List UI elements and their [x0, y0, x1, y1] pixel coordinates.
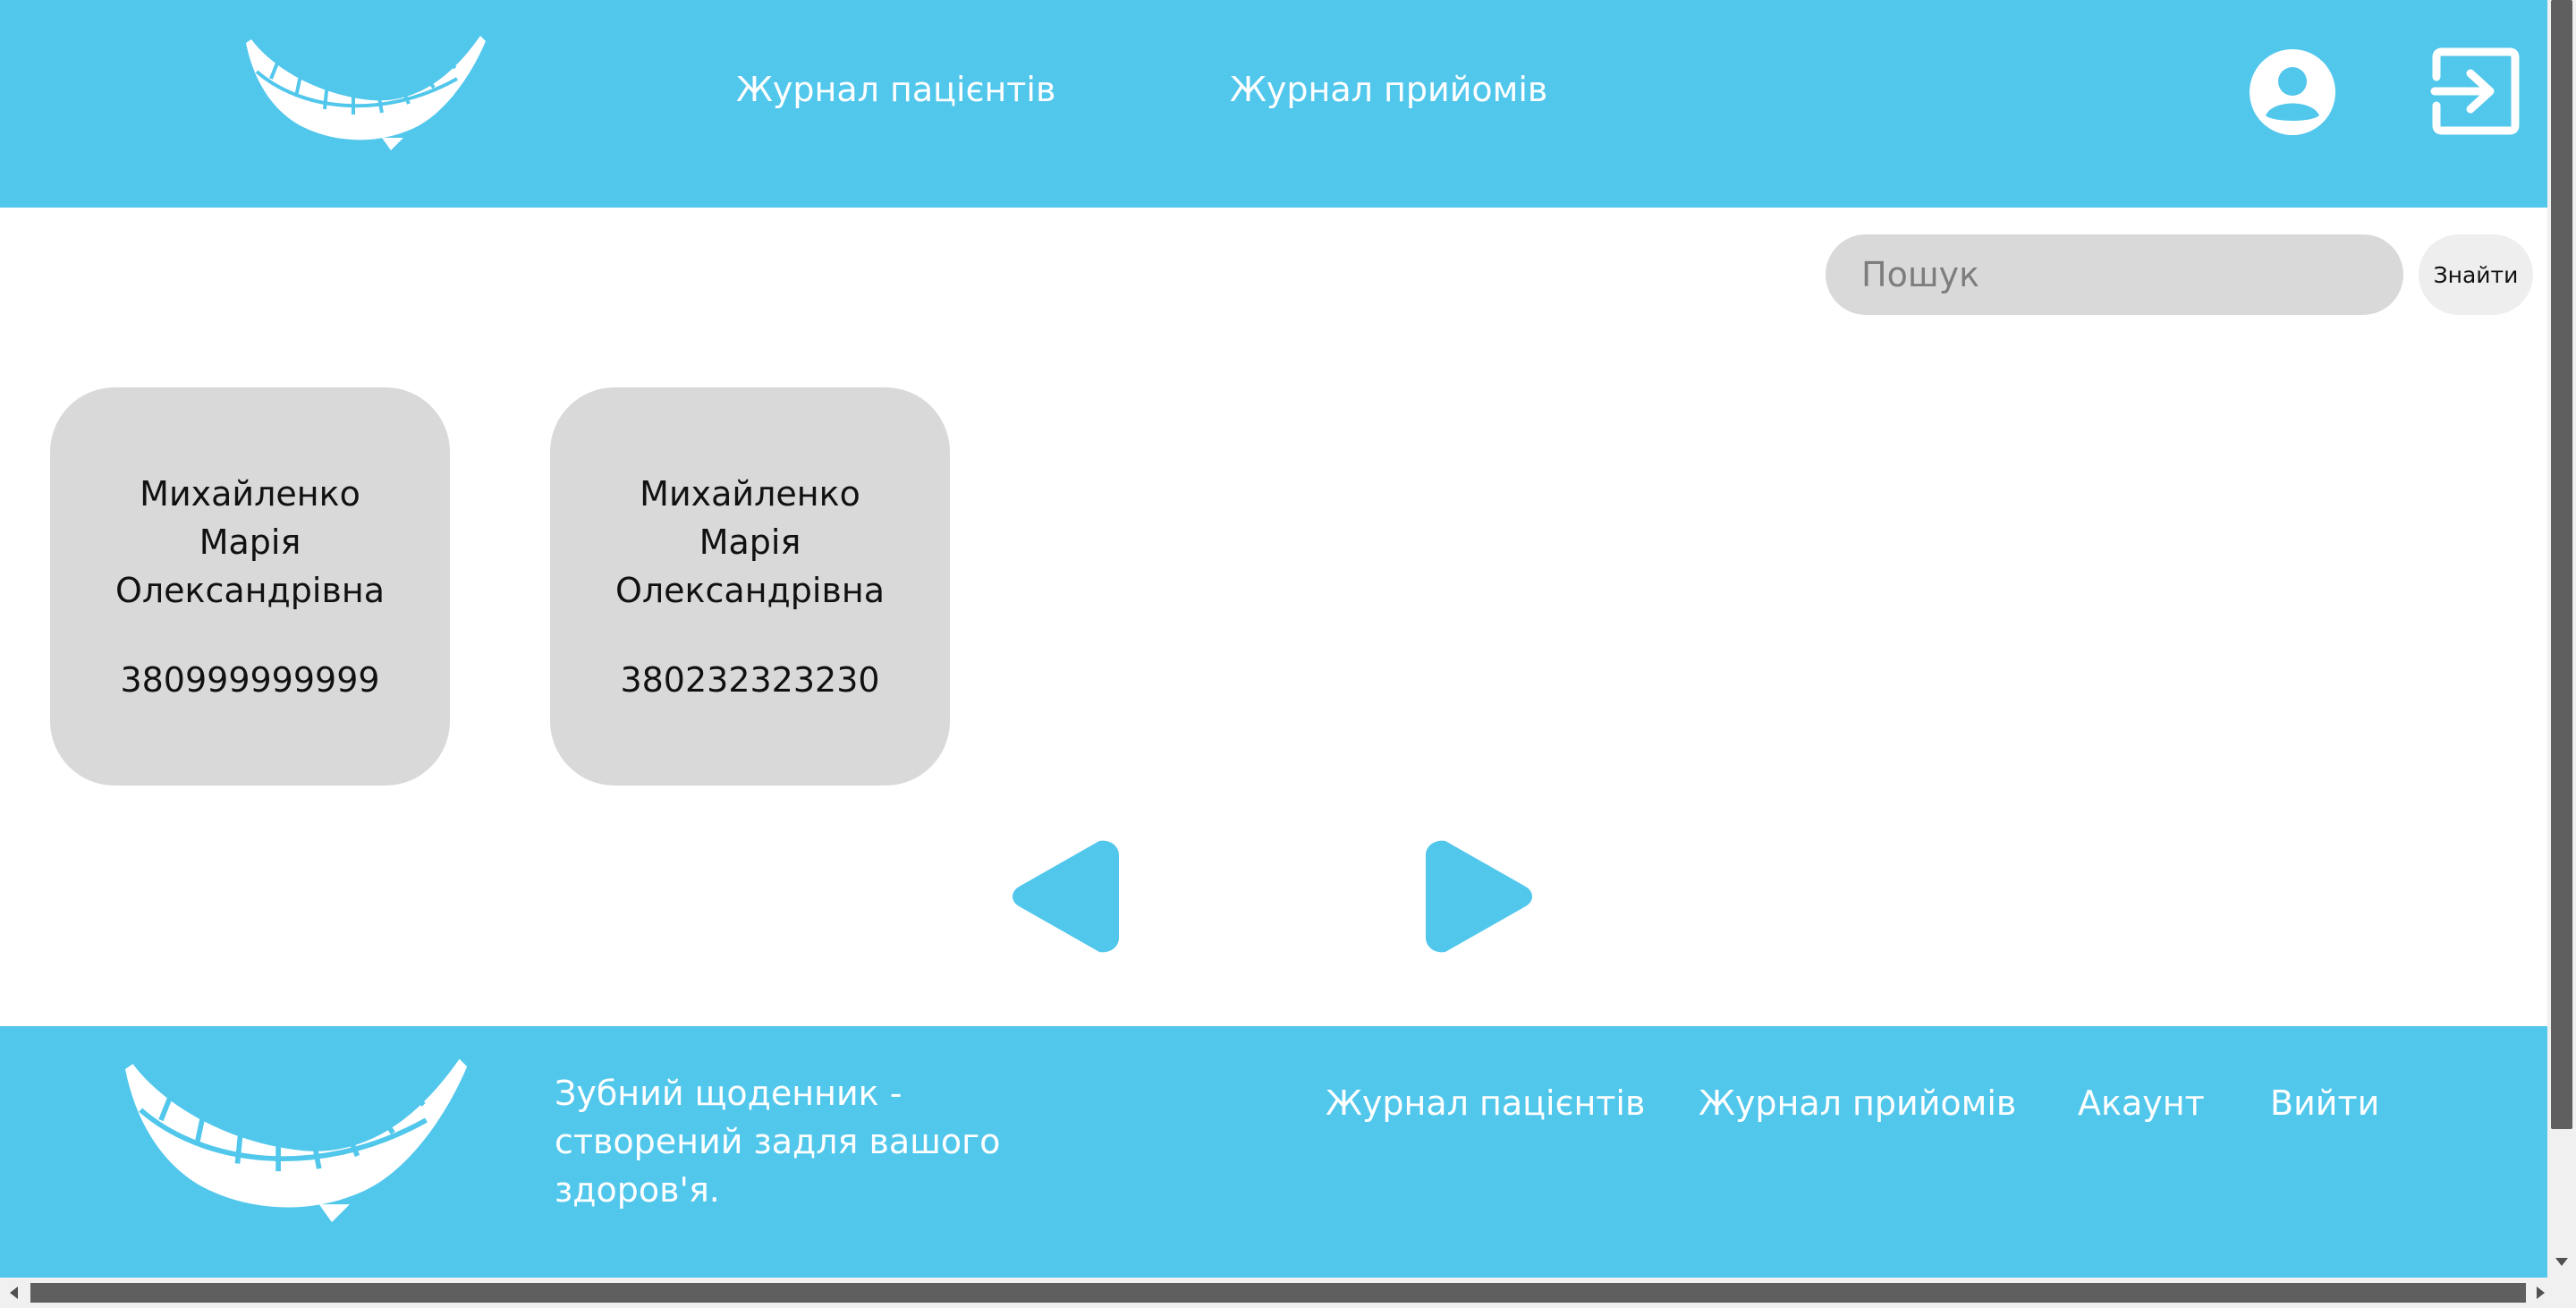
next-page-arrow-icon[interactable]: [1424, 834, 1540, 959]
teeth-smile-logo[interactable]: [246, 32, 487, 150]
scroll-right-arrow-icon[interactable]: [2531, 1284, 2549, 1302]
search-input[interactable]: [1826, 234, 2403, 315]
footer-link-appointments-journal[interactable]: Журнал прийомів: [1699, 1083, 2016, 1123]
footer: Зубний щоденник - створений задля вашого…: [0, 1026, 2547, 1278]
patient-name: Михайленко Марія Олександрівна: [614, 474, 886, 610]
vertical-scrollbar[interactable]: [2547, 0, 2576, 1278]
patient-card[interactable]: Михайленко Марія Олександрівна 380999999…: [50, 387, 450, 786]
teeth-smile-logo[interactable]: [125, 1053, 470, 1223]
scroll-left-arrow-icon[interactable]: [5, 1284, 23, 1302]
user-circle-icon[interactable]: [2248, 47, 2337, 137]
patient-name: Михайленко Марія Олександрівна: [114, 474, 386, 610]
horizontal-scrollbar[interactable]: [0, 1278, 2576, 1308]
search-button[interactable]: Знайти: [2419, 234, 2533, 315]
footer-link-patients-journal[interactable]: Журнал пацієнтів: [1326, 1083, 1645, 1123]
horizontal-scrollbar-thumb[interactable]: [30, 1283, 2526, 1303]
header: Журнал пацієнтів Журнал прийомів: [0, 0, 2547, 208]
patient-phone: 380999999999: [120, 660, 380, 700]
vertical-scrollbar-thumb[interactable]: [2551, 0, 2572, 1129]
footer-link-account[interactable]: Акаунт: [2078, 1083, 2205, 1123]
footer-link-logout[interactable]: Вийти: [2270, 1083, 2379, 1123]
scroll-down-arrow-icon[interactable]: [2553, 1253, 2571, 1270]
footer-tagline: Зубний щоденник - створений задля вашого…: [555, 1074, 1001, 1210]
patient-phone: 380232323230: [620, 660, 880, 700]
nav-link-patients-journal[interactable]: Журнал пацієнтів: [736, 70, 1055, 109]
logout-arrow-icon[interactable]: [2429, 45, 2522, 138]
nav-link-appointments-journal[interactable]: Журнал прийомів: [1230, 70, 1547, 109]
patient-card[interactable]: Михайленко Марія Олександрівна 380232323…: [550, 387, 950, 786]
prev-page-arrow-icon[interactable]: [1004, 834, 1121, 959]
app-root: Журнал пацієнтів Журнал прийомів Знайти …: [0, 0, 2576, 1308]
